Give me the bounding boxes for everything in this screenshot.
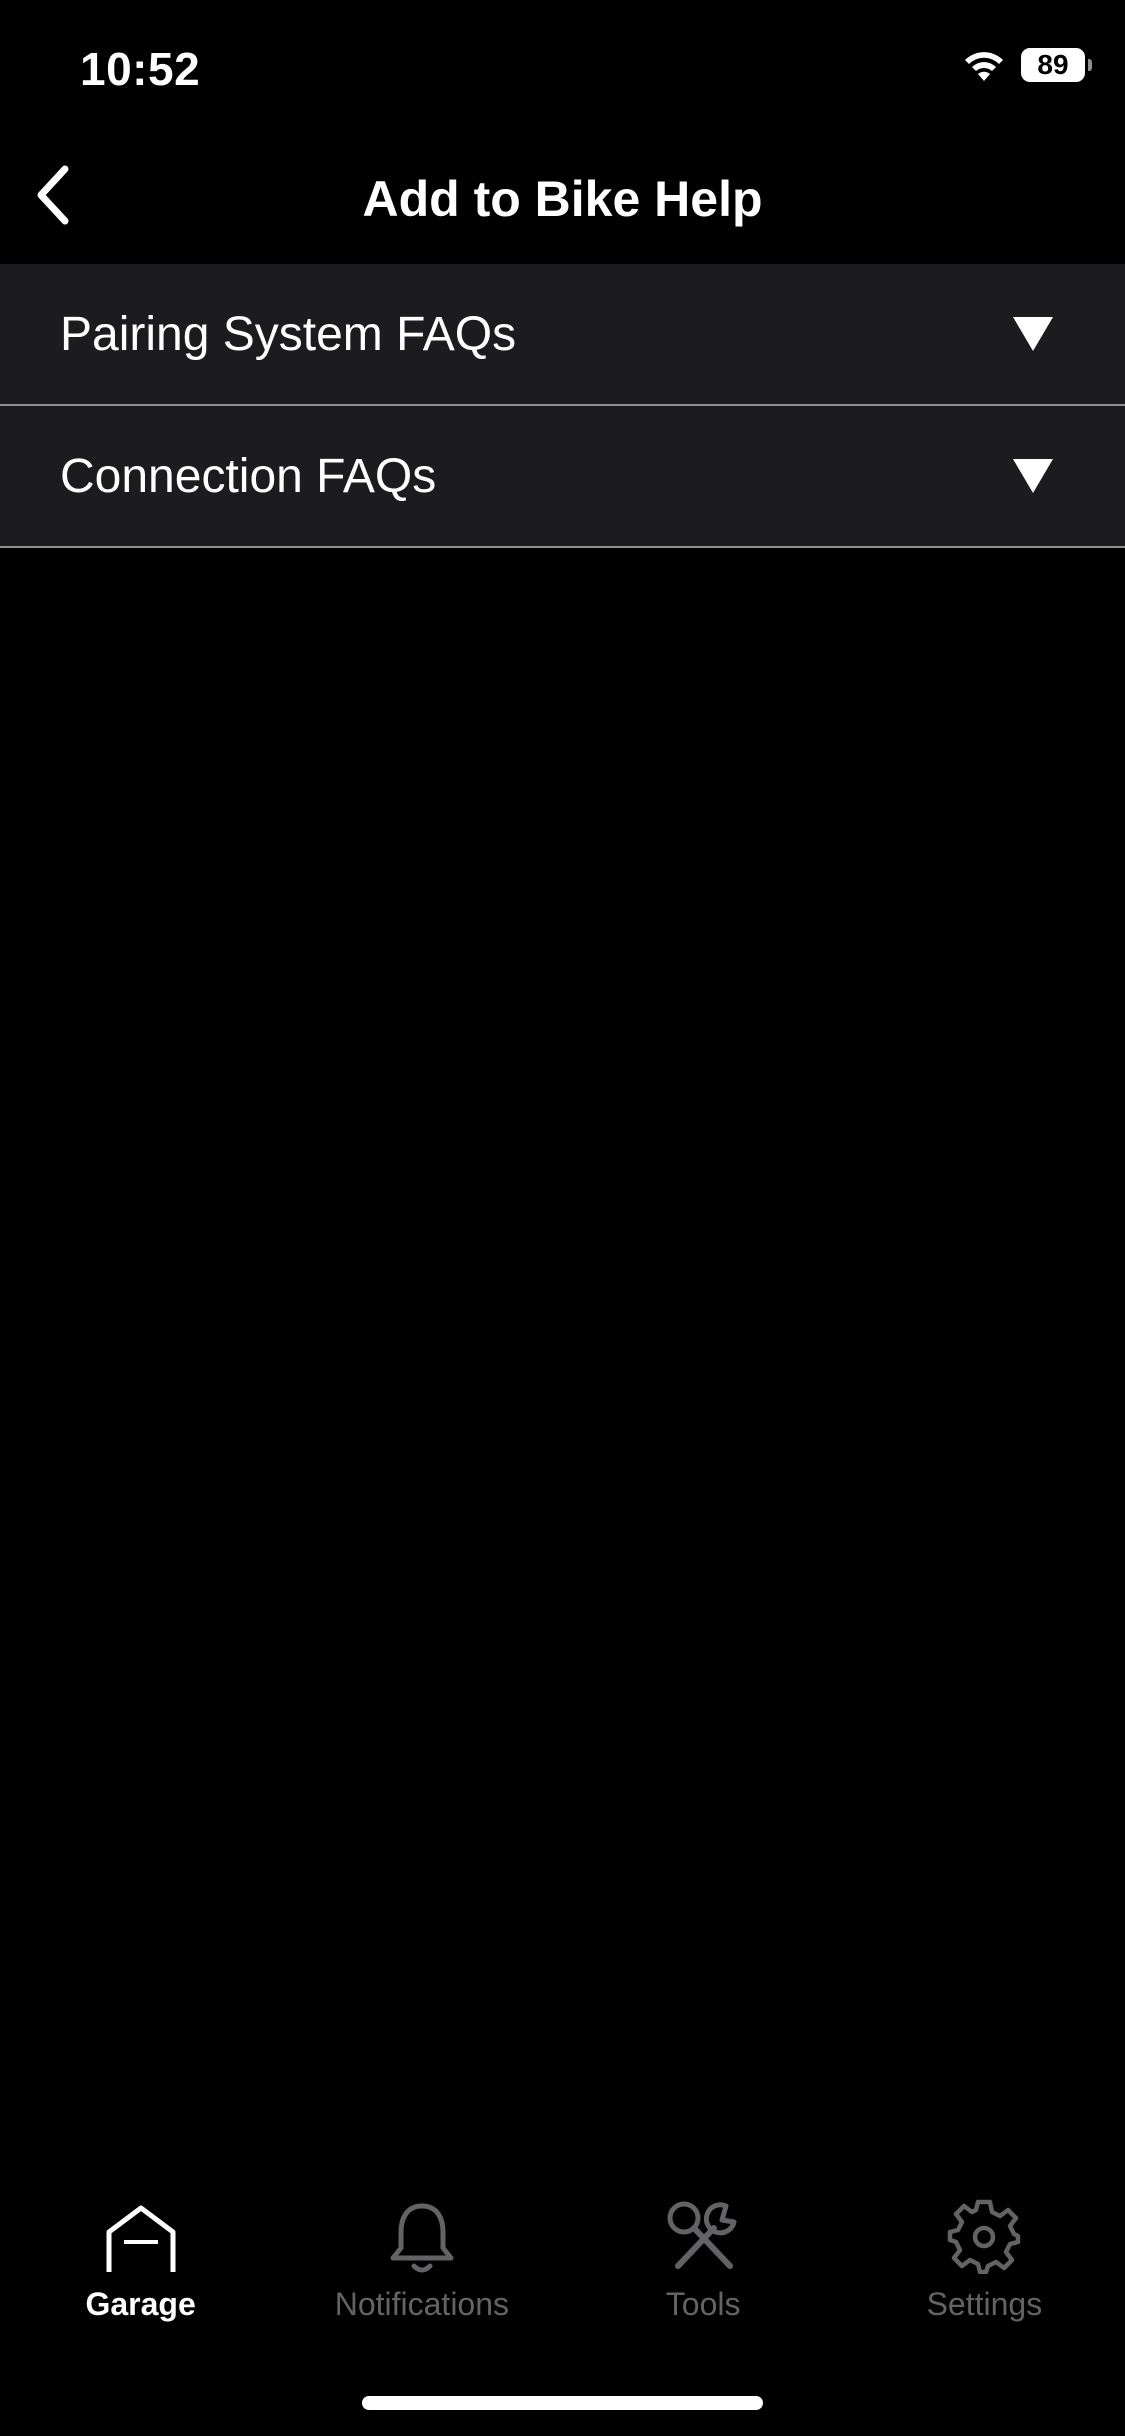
tools-icon [664, 2190, 742, 2274]
tab-label: Tools [665, 2286, 741, 2322]
battery-level: 89 [1037, 49, 1069, 80]
tab-label: Settings [926, 2286, 1043, 2322]
tab-tools[interactable]: Tools [563, 2190, 844, 2340]
status-icons: 89 [961, 48, 1092, 82]
battery-icon: 89 [1021, 48, 1092, 82]
tab-settings[interactable]: Settings [844, 2190, 1125, 2340]
status-time: 10:52 [80, 43, 201, 95]
triangle-down-icon [1013, 459, 1053, 493]
faq-section-pairing-system[interactable]: Pairing System FAQs [0, 264, 1125, 406]
tab-bar: Garage Notifications Tools Settings [0, 2190, 1125, 2340]
page-title: Add to Bike Help [362, 171, 763, 227]
nav-bar: Add to Bike Help [0, 132, 1125, 264]
faq-section-label: Pairing System FAQs [60, 307, 517, 361]
garage-icon [104, 2190, 178, 2274]
home-indicator [362, 2396, 763, 2410]
tab-notifications[interactable]: Notifications [281, 2190, 562, 2340]
tab-label: Notifications [334, 2286, 510, 2322]
faq-section-label: Connection FAQs [60, 449, 437, 503]
wifi-icon [961, 48, 1007, 82]
gear-icon [946, 2190, 1022, 2274]
tab-label: Garage [85, 2286, 196, 2322]
status-bar: 10:52 89 [0, 0, 1125, 132]
faq-list: Pairing System FAQs Connection FAQs [0, 264, 1125, 548]
faq-section-connection[interactable]: Connection FAQs [0, 406, 1125, 548]
tab-garage[interactable]: Garage [0, 2190, 281, 2340]
triangle-down-icon [1013, 317, 1053, 351]
bell-icon [387, 2190, 457, 2274]
